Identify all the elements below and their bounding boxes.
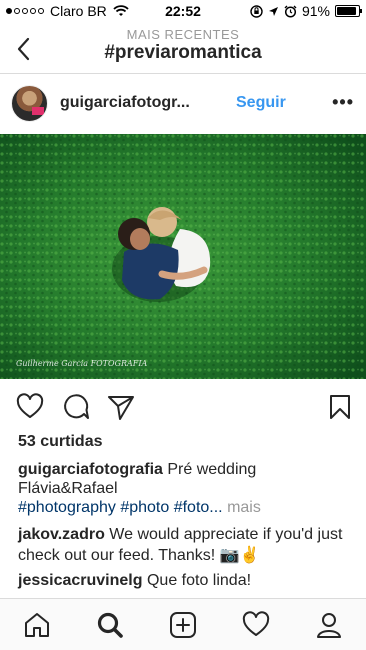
navigation-header: MAIS RECENTES #previaromantica	[0, 24, 366, 74]
home-icon[interactable]	[22, 610, 52, 640]
photo-watermark: Guilherme Garcia FOTOGRAFIA	[16, 359, 147, 368]
comment-icon[interactable]	[62, 393, 90, 421]
location-icon	[268, 6, 278, 16]
post-caption: guigarciafotografia Pré wedding Flávia&R…	[18, 460, 354, 498]
post-username[interactable]: guigarciafotogr...	[60, 94, 190, 112]
post-photo-image: Guilherme Garcia FOTOGRAFIA	[0, 134, 366, 379]
comment-username[interactable]: jakov.zadro	[18, 526, 105, 543]
hashtag-link[interactable]: #foto...	[174, 499, 223, 516]
alarm-icon	[284, 5, 297, 18]
battery-fill	[337, 7, 357, 15]
more-horizontal-icon[interactable]: •••	[332, 93, 354, 111]
bottom-tab-bar	[0, 598, 366, 650]
profile-icon[interactable]	[314, 610, 344, 640]
follow-button[interactable]: Seguir	[236, 94, 286, 112]
likes-count[interactable]: 53 curtidas	[18, 433, 102, 451]
search-icon[interactable]	[95, 610, 125, 640]
status-bar: Claro BR 22:52 91%	[0, 0, 366, 24]
hashtag-link[interactable]: #photography	[18, 499, 116, 516]
heart-icon[interactable]	[241, 610, 271, 640]
post-header: guigarciafotogr... Seguir •••	[0, 75, 366, 134]
battery-percent: 91%	[301, 3, 330, 19]
caption-more-link[interactable]: mais	[227, 499, 261, 516]
rotation-lock-icon	[250, 4, 263, 18]
bookmark-icon[interactable]	[326, 393, 354, 421]
battery-icon	[335, 5, 362, 17]
caption-hashtags: #photography #photo #foto... mais	[18, 499, 261, 517]
caption-username[interactable]: guigarciafotografia	[18, 461, 163, 478]
hashtag-link[interactable]: #photo	[120, 499, 169, 516]
nav-subtitle: MAIS RECENTES	[126, 27, 240, 42]
send-icon[interactable]	[107, 393, 135, 421]
page-title: #previaromantica	[104, 42, 262, 63]
comment-item: jakov.zadro We would appreciate if you'd…	[18, 524, 354, 566]
add-post-icon[interactable]	[168, 610, 198, 640]
comment-username[interactable]: jessicacruvinelg	[18, 572, 143, 589]
avatar[interactable]	[11, 85, 48, 122]
post-action-bar	[0, 390, 366, 422]
heart-icon[interactable]	[16, 393, 44, 421]
comment-text: Que foto linda!	[146, 572, 252, 589]
comment-item: jessicacruvinelg Que foto linda!	[18, 570, 354, 591]
post-photo[interactable]: Guilherme Garcia FOTOGRAFIA	[0, 134, 366, 379]
status-right: 91%	[250, 3, 362, 19]
